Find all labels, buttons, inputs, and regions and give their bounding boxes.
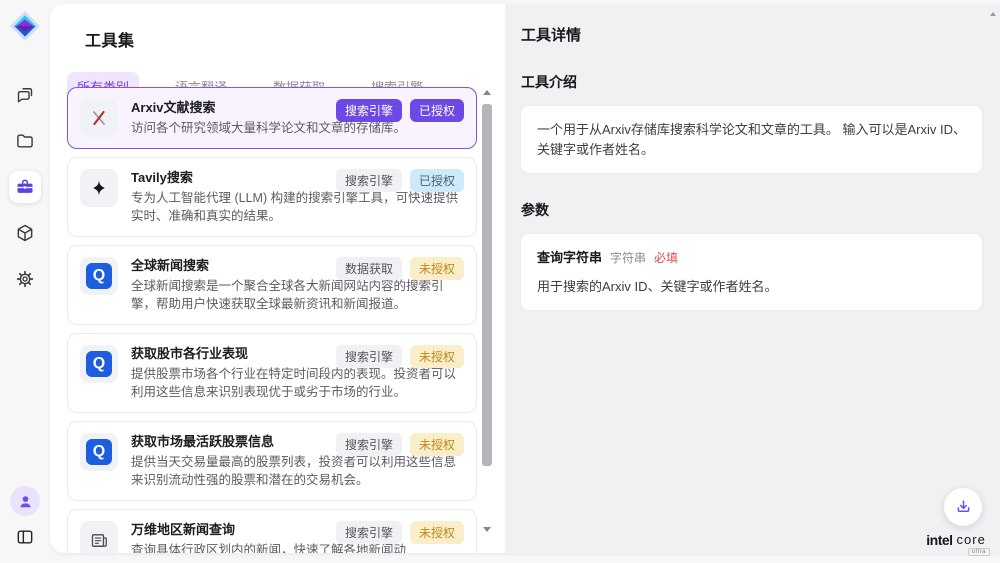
download-button[interactable] (944, 488, 982, 526)
param-card: 查询字符串 字符串 必填 用于搜索的Arxiv ID、关键字或作者姓名。 (521, 234, 982, 310)
ultra-badge: ultra (968, 548, 990, 556)
app-logo-icon[interactable] (8, 9, 42, 43)
tool-description: 全球新闻搜索是一个聚合全球各大新闻网站内容的搜索引擎，帮助用户快速获取全球最新资… (131, 277, 464, 313)
params-heading: 参数 (521, 200, 982, 220)
param-header: 查询字符串 字符串 必填 (537, 248, 966, 268)
scrollbar-thumb[interactable] (482, 104, 492, 466)
q-logo-glyph: Q (86, 263, 112, 289)
scrollbar-down-icon[interactable] (483, 527, 491, 532)
sidebar-toggle-icon[interactable] (9, 521, 41, 553)
detail-title: 工具详情 (521, 24, 982, 45)
auth-status-badge: 已授权 (410, 99, 464, 122)
auth-status-badge: 未授权 (410, 257, 464, 280)
page-title: 工具集 (85, 27, 505, 51)
tool-tags: 搜索引擎 未授权 (336, 433, 464, 456)
app-root: 工具集 所有类别语言翻译数据获取搜索引擎 Arxiv文献搜索 访问各个研究领域大… (0, 0, 1000, 563)
tool-card[interactable]: 万维地区新闻查询 查询具体行政区划内的新闻，快速了解各地新闻动 搜索引擎 未授权 (67, 509, 477, 553)
tool-tags: 数据获取 未授权 (336, 257, 464, 280)
q-logo-glyph: Q (86, 351, 112, 377)
category-tag: 搜索引擎 (336, 521, 402, 544)
category-tag: 搜索引擎 (336, 345, 402, 368)
arxiv-logo-icon (80, 99, 118, 137)
tool-tags: 搜索引擎 已授权 (336, 99, 464, 122)
scrollbar-up-icon[interactable] (483, 90, 491, 95)
tool-card[interactable]: Q 获取市场最活跃股票信息 提供当天交易量最高的股票列表，投资者可以利用这些信息… (67, 421, 477, 501)
tool-list: Arxiv文献搜索 访问各个研究领域大量科学论文和文章的存储库。 搜索引擎 已授… (67, 87, 477, 553)
q-logo-glyph: Q (86, 439, 112, 465)
intel-wordmark: intel (926, 532, 952, 548)
rail-bottom (9, 486, 41, 553)
param-type: 字符串 (610, 249, 646, 267)
nav-cube-icon[interactable] (9, 217, 41, 249)
tool-card[interactable]: Tavily搜索 专为人工智能代理 (LLM) 构建的搜索引擎工具，可快速提供实… (67, 157, 477, 237)
category-tag: 搜索引擎 (336, 169, 402, 192)
auth-status-badge: 未授权 (410, 345, 464, 368)
sparkle-icon (80, 169, 118, 207)
auth-status-badge: 未授权 (410, 433, 464, 456)
newspaper-icon (80, 521, 118, 553)
core-wordmark: core (957, 532, 986, 547)
q-logo-icon: Q (80, 345, 118, 383)
tool-tags: 搜索引擎 未授权 (336, 345, 464, 368)
tool-card[interactable]: Arxiv文献搜索 访问各个研究领域大量科学论文和文章的存储库。 搜索引擎 已授… (67, 87, 477, 149)
nav-folder-icon[interactable] (9, 125, 41, 157)
nav-settings-icon[interactable] (9, 263, 41, 295)
tool-card[interactable]: Q 全球新闻搜索 全球新闻搜索是一个聚合全球各大新闻网站内容的搜索引擎，帮助用户… (67, 245, 477, 325)
nav-rail (0, 0, 50, 563)
intro-heading: 工具介绍 (521, 72, 982, 92)
list-scrollbar[interactable] (482, 88, 492, 534)
tools-panel: 工具集 所有类别语言翻译数据获取搜索引擎 Arxiv文献搜索 访问各个研究领域大… (50, 4, 505, 553)
intro-text: 一个用于从Arxiv存储库搜索科学论文和文章的工具。 输入可以是Arxiv ID… (537, 120, 966, 159)
param-required-badge: 必填 (654, 249, 678, 267)
intel-core-logo: intel core ultra (926, 532, 990, 556)
auth-status-badge: 已授权 (410, 169, 464, 192)
nav-chat-icon[interactable] (9, 79, 41, 111)
user-avatar-icon[interactable] (10, 486, 40, 516)
tool-description: 提供当天交易量最高的股票列表，投资者可以利用这些信息来识别流动性强的股票和潜在的… (131, 453, 464, 489)
tool-tags: 搜索引擎 未授权 (336, 521, 464, 544)
tool-tags: 搜索引擎 已授权 (336, 169, 464, 192)
rail-nav (9, 79, 41, 295)
tool-description: 专为人工智能代理 (LLM) 构建的搜索引擎工具，可快速提供实时、准确和真实的结… (131, 189, 464, 225)
category-tag: 数据获取 (336, 257, 402, 280)
tool-card[interactable]: Q 获取股市各行业表现 提供股票市场各个行业在特定时间段内的表现。投资者可以利用… (67, 333, 477, 413)
category-tag: 搜索引擎 (336, 99, 402, 122)
category-tag: 搜索引擎 (336, 433, 402, 456)
q-logo-icon: Q (80, 433, 118, 471)
auth-status-badge: 未授权 (410, 521, 464, 544)
param-name: 查询字符串 (537, 248, 602, 268)
main-shell: 工具集 所有类别语言翻译数据获取搜索引擎 Arxiv文献搜索 访问各个研究领域大… (50, 4, 1000, 553)
tool-details-panel: 工具详情 工具介绍 一个用于从Arxiv存储库搜索科学论文和文章的工具。 输入可… (505, 4, 1000, 553)
nav-toolbox-icon[interactable] (9, 171, 41, 203)
param-description: 用于搜索的Arxiv ID、关键字或作者姓名。 (537, 277, 966, 297)
tool-description: 提供股票市场各个行业在特定时间段内的表现。投资者可以利用这些信息来识别表现优于或… (131, 365, 464, 401)
detail-scroll-up-icon (990, 12, 996, 16)
q-logo-icon: Q (80, 257, 118, 295)
intro-card: 一个用于从Arxiv存储库搜索科学论文和文章的工具。 输入可以是Arxiv ID… (521, 106, 982, 173)
